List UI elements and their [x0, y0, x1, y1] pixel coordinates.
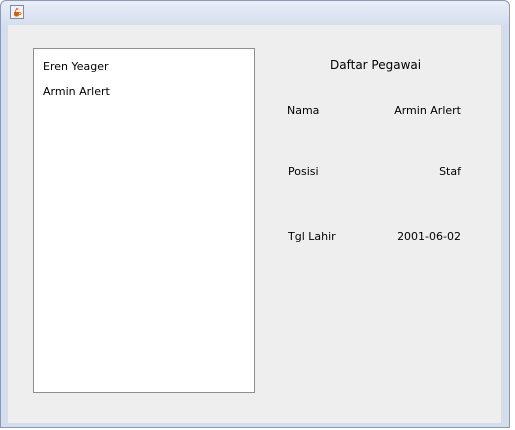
title-bar[interactable] — [1, 1, 509, 25]
list-item[interactable]: Eren Yeager — [43, 59, 109, 75]
field-label-posisi: Posisi — [288, 165, 319, 178]
field-value-posisi: Staf — [439, 165, 461, 178]
field-label-tgl-lahir: Tgl Lahir — [288, 230, 336, 243]
details-title: Daftar Pegawai — [330, 58, 422, 72]
java-cup-icon[interactable] — [10, 5, 24, 19]
employee-list[interactable]: Eren Yeager Armin Arlert — [33, 48, 255, 393]
list-item[interactable]: Armin Arlert — [43, 84, 110, 100]
content-panel: Eren Yeager Armin Arlert Daftar Pegawai … — [8, 25, 501, 423]
field-value-tgl-lahir: 2001-06-02 — [397, 230, 461, 243]
app-window: Eren Yeager Armin Arlert Daftar Pegawai … — [0, 0, 510, 428]
field-label-nama: Nama — [287, 104, 320, 117]
field-value-nama: Armin Arlert — [394, 104, 461, 117]
